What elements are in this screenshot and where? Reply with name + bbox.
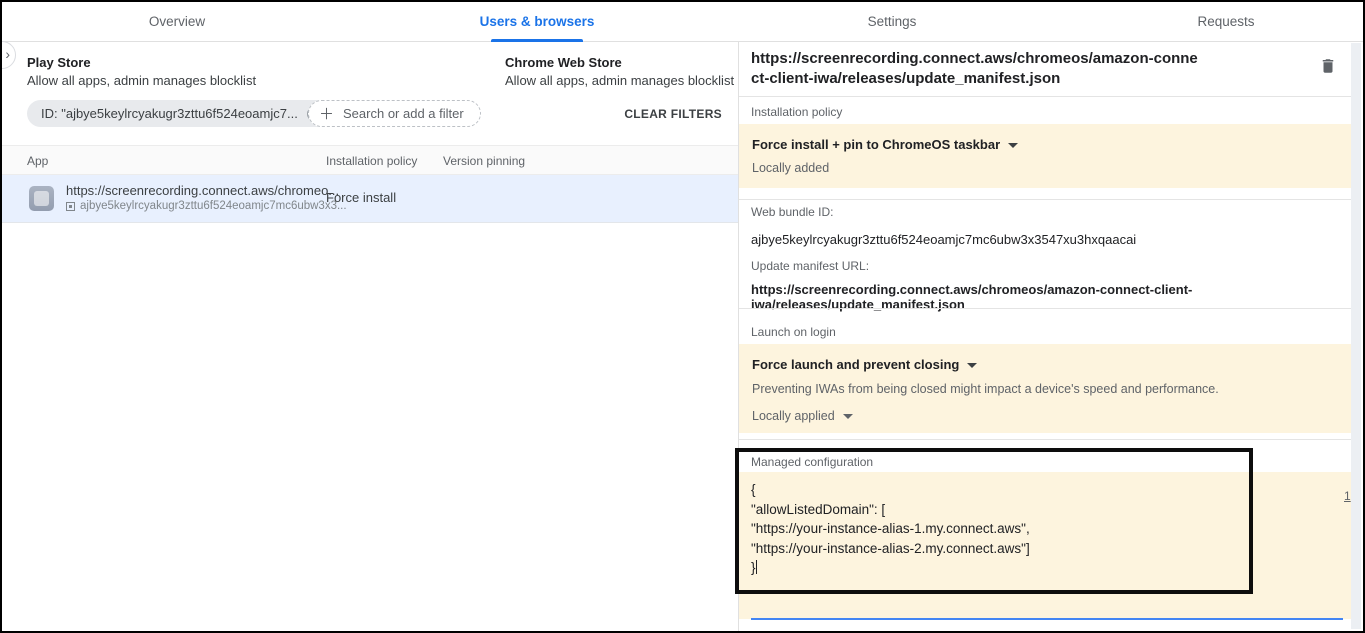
column-header-installation-policy[interactable]: Installation policy	[326, 154, 417, 168]
tab-settings[interactable]: Settings	[868, 2, 917, 42]
launch-on-login-label: Launch on login	[751, 325, 836, 339]
text-cursor	[756, 560, 757, 574]
config-json-line: {	[751, 480, 1339, 500]
tab-requests[interactable]: Requests	[1197, 2, 1254, 42]
filter-bar: ID: "ajbye5keylrcyakugr3zttu6f524eoamjc7…	[27, 100, 722, 128]
config-json-line: "https://your-instance-alias-2.my.connec…	[751, 539, 1339, 559]
chevron-right-icon: ›	[5, 46, 10, 62]
chevron-down-icon	[1008, 143, 1018, 148]
divider	[739, 96, 1351, 97]
managed-configuration-input[interactable]: { "allowListedDomain": [ "https://your-i…	[751, 480, 1339, 578]
chrome-web-store-subtitle: Allow all apps, admin manages blocklist	[505, 71, 734, 90]
add-filter-button[interactable]: ＋ Search or add a filter	[308, 100, 481, 127]
config-json-line: "https://your-instance-alias-1.my.connec…	[751, 519, 1339, 539]
divider	[739, 439, 1351, 440]
clear-filters-button[interactable]: CLEAR FILTERS	[624, 107, 722, 121]
play-store-policy-summary: Play Store Allow all apps, admin manages…	[27, 54, 256, 90]
divider	[739, 308, 1351, 309]
chrome-web-store-policy-summary: Chrome Web Store Allow all apps, admin m…	[505, 54, 734, 90]
installation-policy-status: Locally added	[752, 161, 829, 175]
active-filter-chip[interactable]: ID: "ajbye5keylrcyakugr3zttu6f524eoamjc7…	[27, 100, 329, 127]
tab-overview[interactable]: Overview	[149, 2, 205, 42]
launch-on-login-status: Locally applied	[752, 409, 835, 423]
installation-policy-dropdown[interactable]: Force install + pin to ChromeOS taskbar	[752, 137, 1018, 152]
play-store-subtitle: Allow all apps, admin manages blocklist	[27, 71, 256, 90]
installation-policy-value: Force install + pin to ChromeOS taskbar	[752, 137, 1000, 152]
chevron-down-icon	[967, 363, 977, 368]
app-id-text: ajbye5keylrcyakugr3zttu6f524eoamjc7mc6ub…	[80, 200, 347, 212]
launch-on-login-value: Force launch and prevent closing	[752, 357, 959, 372]
launch-on-login-dropdown[interactable]: Force launch and prevent closing	[752, 357, 977, 372]
add-filter-label: Search or add a filter	[343, 106, 464, 121]
launch-on-login-status-dropdown[interactable]: Locally applied	[752, 409, 853, 423]
chevron-down-icon	[843, 414, 853, 419]
app-list-panel: Play Store Allow all apps, admin manages…	[2, 43, 738, 631]
app-row-title: https://screenrecording.connect.aws/chro…	[66, 183, 339, 198]
installation-policy-section: Force install + pin to ChromeOS taskbar …	[739, 124, 1351, 188]
table-row[interactable]: https://screenrecording.connect.aws/chro…	[2, 175, 738, 223]
column-header-version-pinning[interactable]: Version pinning	[443, 154, 525, 168]
installation-policy-label: Installation policy	[751, 105, 842, 119]
managed-configuration-label: Managed configuration	[751, 455, 873, 469]
app-row-installation-policy: Force install	[326, 190, 396, 205]
launch-on-login-section: Force launch and prevent closing Prevent…	[739, 344, 1351, 433]
tab-bar: Overview Users & browsers Settings Reque…	[2, 2, 1363, 42]
footnote-marker[interactable]: 1	[1344, 489, 1351, 503]
web-bundle-id-value: ajbye5keylrcyakugr3zttu6f524eoamjc7mc6ub…	[751, 232, 1136, 247]
app-row-id: ajbye5keylrcyakugr3zttu6f524eoamjc7mc6ub…	[66, 200, 347, 212]
plus-icon: ＋	[319, 103, 334, 124]
column-header-app[interactable]: App	[27, 154, 48, 168]
app-detail-panel: https://screenrecording.connect.aws/chro…	[739, 43, 1351, 631]
managed-configuration-section: { "allowListedDomain": [ "https://your-i…	[739, 472, 1351, 619]
update-manifest-url-label: Update manifest URL:	[751, 259, 869, 273]
config-json-line: "allowListedDomain": [	[751, 500, 1339, 520]
detail-title: https://screenrecording.connect.aws/chro…	[751, 49, 1201, 89]
launch-on-login-warning: Preventing IWAs from being closed might …	[752, 382, 1219, 396]
filter-chip-label: ID: "ajbye5keylrcyakugr3zttu6f524eoamjc7…	[41, 106, 298, 121]
play-store-title: Play Store	[27, 54, 256, 71]
focused-input-underline	[751, 618, 1343, 620]
admin-console-app-detail-window: Overview Users & browsers Settings Reque…	[0, 0, 1365, 633]
app-id-icon	[66, 202, 75, 211]
divider	[739, 199, 1351, 200]
tab-users-and-browsers[interactable]: Users & browsers	[480, 2, 595, 42]
trash-icon[interactable]	[1319, 57, 1337, 75]
active-tab-indicator	[491, 39, 583, 42]
app-icon	[29, 186, 54, 211]
chrome-web-store-title: Chrome Web Store	[505, 54, 734, 71]
web-bundle-id-label: Web bundle ID:	[751, 205, 834, 219]
app-table-header: App Installation policy Version pinning	[2, 145, 738, 175]
config-json-line: }	[751, 558, 1339, 578]
